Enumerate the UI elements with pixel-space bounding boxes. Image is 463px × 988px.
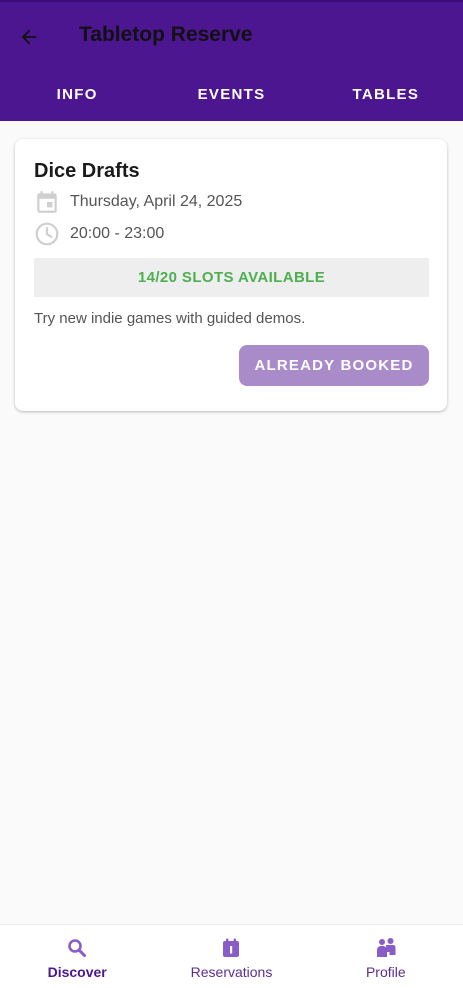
- page-title: Tabletop Reserve: [79, 23, 253, 46]
- clock-icon: [35, 222, 59, 246]
- tab-events[interactable]: EVENTS: [154, 70, 308, 123]
- people-icon: [376, 938, 396, 957]
- bottom-navigation: Discover Reservations Profile: [0, 924, 463, 988]
- nav-label: Discover: [47, 964, 107, 980]
- nav-profile[interactable]: Profile: [309, 925, 463, 988]
- tab-tables[interactable]: TABLES: [309, 70, 463, 123]
- event-date-row: Thursday, April 24, 2025: [34, 189, 434, 215]
- event-date: Thursday, April 24, 2025: [70, 193, 243, 210]
- calendar-icon: [37, 191, 57, 213]
- calendar-icon: [223, 938, 240, 957]
- app-bar: Tabletop Reserve INFO EVENTS TABLES: [0, 0, 463, 121]
- event-description: Try new indie games with guided demos.: [34, 310, 306, 327]
- search-icon: [68, 939, 87, 957]
- back-button[interactable]: [12, 20, 46, 54]
- slots-availability: 14/20 SLOTS AVAILABLE: [34, 258, 429, 297]
- arrow-back-icon: [21, 29, 37, 45]
- event-title: Dice Drafts: [34, 160, 140, 182]
- event-time: 20:00 - 23:00: [70, 225, 165, 242]
- toolbar: Tabletop Reserve: [0, 2, 463, 70]
- event-card: Dice Drafts Thursday, April 24, 2025 20:…: [15, 139, 447, 411]
- event-time-row: 20:00 - 23:00: [34, 221, 434, 247]
- tab-bar: INFO EVENTS TABLES: [0, 70, 463, 123]
- nav-label: Reservations: [190, 964, 273, 980]
- already-booked-button[interactable]: ALREADY BOOKED: [239, 345, 429, 386]
- nav-reservations[interactable]: Reservations: [154, 925, 308, 988]
- nav-label: Profile: [365, 964, 406, 980]
- tab-info[interactable]: INFO: [0, 70, 154, 123]
- nav-discover[interactable]: Discover: [0, 925, 154, 988]
